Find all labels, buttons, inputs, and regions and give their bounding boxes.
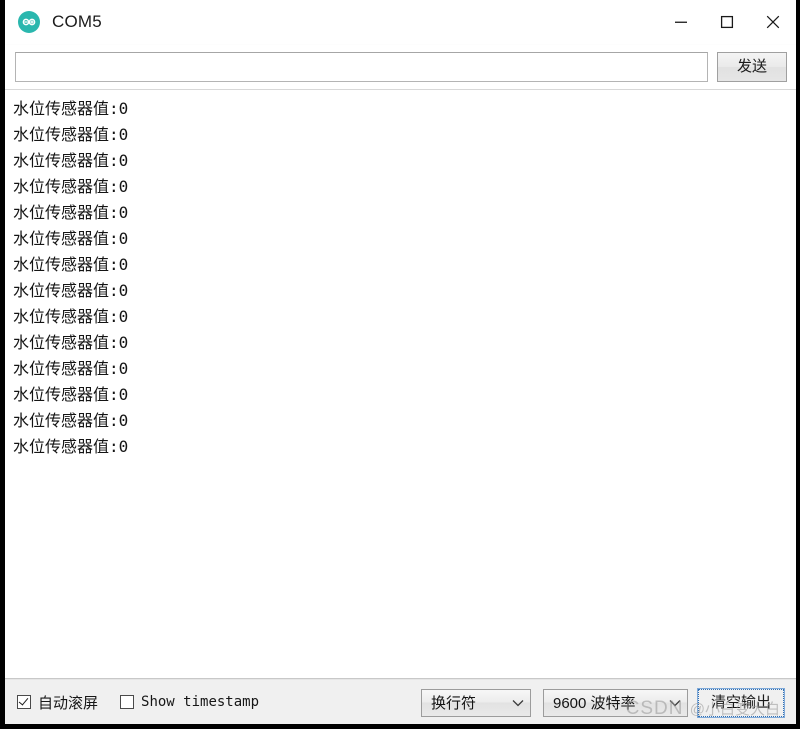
log-line: 水位传感器值:0 bbox=[13, 203, 129, 222]
arduino-infinity-icon bbox=[18, 11, 40, 33]
autoscroll-label: 自动滚屏 bbox=[38, 694, 99, 712]
baud-rate-select[interactable]: 9600 波特率 bbox=[543, 688, 688, 717]
maximize-button[interactable] bbox=[704, 0, 750, 44]
close-button[interactable] bbox=[750, 0, 796, 44]
log-line: 水位传感器值:0 bbox=[13, 151, 129, 170]
minimize-button[interactable] bbox=[658, 0, 704, 44]
clear-output-button[interactable]: 清空输出 bbox=[697, 687, 785, 718]
bottom-bar-right: 换行符 9600 波特率 清空输出 bbox=[421, 680, 796, 725]
line-ending-value: 换行符 bbox=[431, 695, 477, 712]
baud-rate-value: 9600 波特率 bbox=[553, 695, 636, 712]
log-line: 水位传感器值:0 bbox=[13, 385, 129, 404]
log-line: 水位传感器值:0 bbox=[13, 99, 129, 118]
log-line: 水位传感器值:0 bbox=[13, 333, 129, 352]
log-line: 水位传感器值:0 bbox=[13, 307, 129, 326]
bottom-bar: 自动滚屏 Show timestamp 换行符 9600 波特率 清空输出 CS… bbox=[5, 679, 796, 724]
window-title: COM5 bbox=[52, 12, 102, 31]
autoscroll-checkbox[interactable]: 自动滚屏 bbox=[17, 692, 98, 713]
console-output[interactable]: 水位传感器值:0 水位传感器值:0 水位传感器值:0 水位传感器值:0 水位传感… bbox=[5, 89, 796, 679]
log-line: 水位传感器值:0 bbox=[13, 411, 129, 430]
line-ending-select[interactable]: 换行符 bbox=[421, 688, 531, 717]
send-input[interactable] bbox=[15, 52, 708, 82]
log-line: 水位传感器值:0 bbox=[13, 437, 129, 456]
send-button[interactable]: 发送 bbox=[717, 52, 787, 82]
chevron-down-icon bbox=[659, 699, 681, 707]
log-line: 水位传感器值:0 bbox=[13, 125, 129, 144]
log-line: 水位传感器值:0 bbox=[13, 281, 129, 300]
checkbox-unchecked-icon bbox=[120, 695, 135, 709]
chevron-down-icon bbox=[502, 699, 524, 707]
serial-monitor-window: COM5 发送 水位传感器值:0 水位传感器值:0 水位传感器值:0 水位传感器… bbox=[0, 0, 800, 729]
window-controls bbox=[658, 0, 796, 44]
send-row: 发送 bbox=[5, 45, 796, 89]
title-bar: COM5 bbox=[5, 0, 796, 45]
checkbox-checked-icon bbox=[17, 695, 31, 709]
show-timestamp-label: Show timestamp bbox=[141, 694, 260, 710]
log-line: 水位传感器值:0 bbox=[13, 359, 129, 378]
log-line: 水位传感器值:0 bbox=[13, 255, 129, 274]
show-timestamp-checkbox[interactable]: Show timestamp bbox=[120, 694, 259, 710]
console-lines: 水位传感器值:0 水位传感器值:0 水位传感器值:0 水位传感器值:0 水位传感… bbox=[5, 90, 796, 460]
log-line: 水位传感器值:0 bbox=[13, 229, 129, 248]
log-line: 水位传感器值:0 bbox=[13, 177, 129, 196]
bottom-bar-left: 自动滚屏 Show timestamp bbox=[17, 692, 259, 713]
